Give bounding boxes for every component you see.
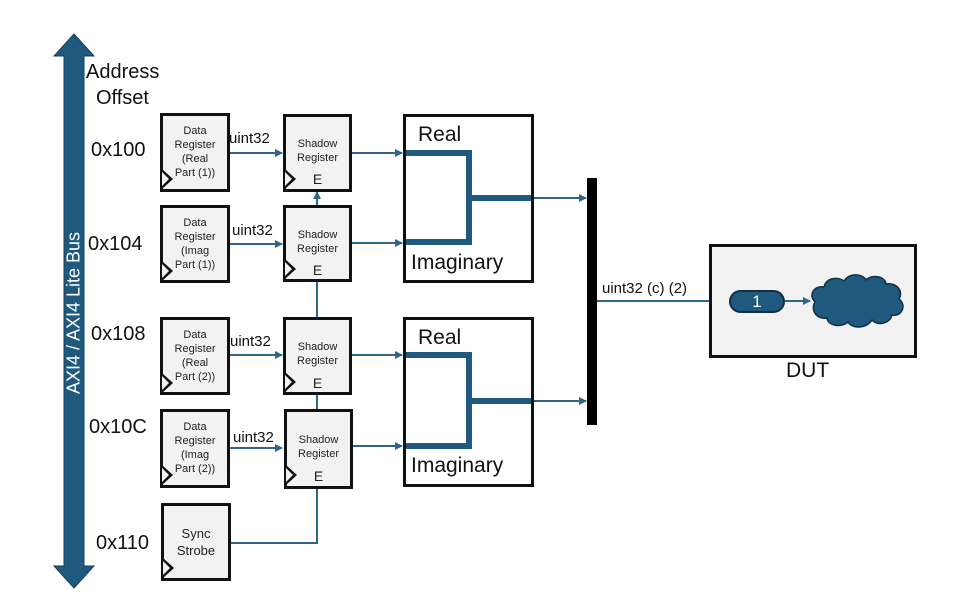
line: Strobe	[176, 543, 216, 558]
cloud-icon	[811, 274, 904, 328]
address-0x104: 0x104	[88, 233, 143, 255]
data-register-imag-2[interactable]: Data Register (Imag Part (2))	[160, 409, 230, 488]
line: Data	[183, 421, 207, 433]
line: (Real	[181, 357, 209, 369]
line: Shadow	[297, 341, 338, 353]
dut-subsystem[interactable]: 1	[709, 244, 917, 358]
line: Shadow	[297, 138, 338, 150]
shadow-register-4[interactable]: Shadow Register E	[284, 409, 353, 489]
address-header-line2: Offset	[96, 87, 149, 109]
dut-inner-wire	[785, 274, 904, 328]
mux-bar[interactable]	[587, 178, 597, 425]
line: Sync	[181, 526, 211, 541]
line: Shadow	[297, 229, 338, 241]
data-register-imag-1[interactable]: Data Register (Imag Part (1))	[160, 205, 230, 283]
line: Data	[183, 217, 207, 229]
imaginary-port-label: Imaginary	[411, 454, 504, 477]
line: Data	[183, 125, 207, 137]
signal-label-3: uint32	[230, 333, 271, 350]
line: Register	[174, 435, 216, 447]
real-imag-to-complex-2[interactable]: Real Imaginary	[403, 317, 534, 487]
shadow-register-1[interactable]: Shadow Register E	[283, 114, 352, 192]
line: Data	[183, 329, 207, 341]
line: Register	[174, 139, 216, 151]
line: Register	[297, 355, 338, 367]
data-register-real-2[interactable]: Data Register (Real Part (2))	[160, 317, 230, 395]
line: (Imag	[180, 449, 210, 461]
line: Shadow	[298, 434, 339, 446]
address-0x108: 0x108	[91, 323, 146, 345]
line: Register	[298, 448, 339, 460]
address-0x10c: 0x10C	[89, 416, 147, 438]
shadow-register-3[interactable]: Shadow Register E	[283, 317, 352, 395]
line: Register	[297, 243, 338, 255]
bus-label: AXI4 / AXI4 Lite Bus	[63, 231, 84, 395]
line: (Real	[181, 153, 209, 165]
data-register-real-1[interactable]: Data Register (Real Part (1))	[160, 113, 230, 192]
mux-output-label: uint32 (c) (2)	[602, 280, 688, 297]
signal-label-2: uint32	[232, 222, 273, 239]
line: Register	[174, 231, 216, 243]
line: Register	[174, 343, 216, 355]
signal-label-1: uint32	[229, 130, 270, 147]
real-port-label: Real	[418, 123, 462, 146]
address-offset-header: Address Offset	[86, 59, 159, 111]
sync-strobe-register[interactable]: Sync Strobe	[161, 503, 231, 581]
address-0x110: 0x110	[96, 532, 150, 554]
imaginary-port-label: Imaginary	[411, 251, 504, 274]
signal-label-4: uint32	[233, 429, 274, 446]
dut-label: DUT	[786, 359, 830, 382]
real-imag-to-complex-1[interactable]: Real Imaginary	[403, 114, 534, 283]
real-port-label: Real	[418, 326, 462, 349]
line: (Imag	[180, 245, 210, 257]
line: Register	[297, 152, 338, 164]
address-0x100: 0x100	[91, 139, 146, 161]
shadow-register-2[interactable]: Shadow Register E	[283, 205, 352, 282]
address-header-line1: Address	[86, 61, 160, 83]
